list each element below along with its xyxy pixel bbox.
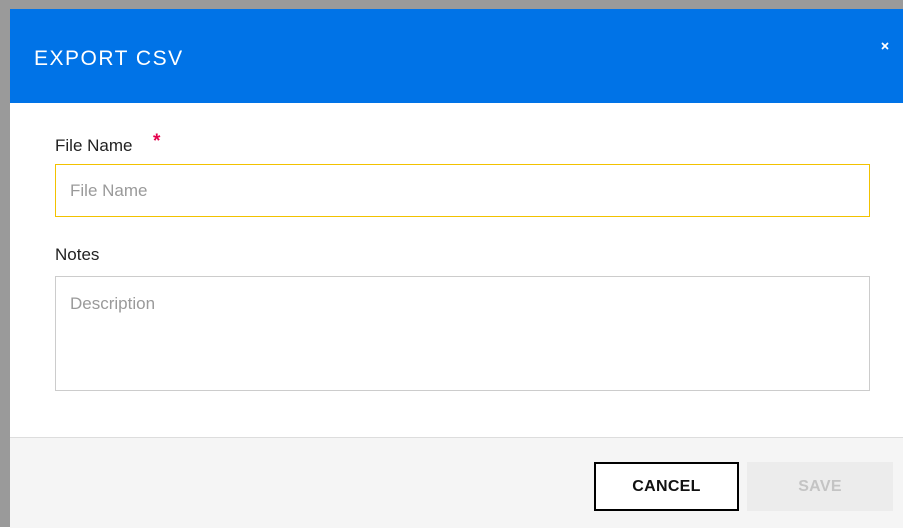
cancel-button[interactable]: CANCEL	[594, 462, 739, 511]
file-name-input[interactable]	[55, 164, 870, 217]
close-icon[interactable]	[878, 39, 892, 53]
dialog-footer: CANCEL SAVE	[10, 437, 903, 528]
export-csv-dialog: EXPORT CSV File Name * Notes CANCEL SAVE	[0, 0, 903, 528]
dialog-title: EXPORT CSV	[34, 47, 184, 70]
file-name-label: File Name	[55, 136, 133, 155]
notes-textarea[interactable]	[55, 276, 870, 391]
notes-label: Notes	[55, 245, 100, 264]
dialog-header: EXPORT CSV	[10, 9, 903, 103]
required-asterisk: *	[153, 131, 161, 152]
save-button[interactable]: SAVE	[747, 462, 893, 511]
